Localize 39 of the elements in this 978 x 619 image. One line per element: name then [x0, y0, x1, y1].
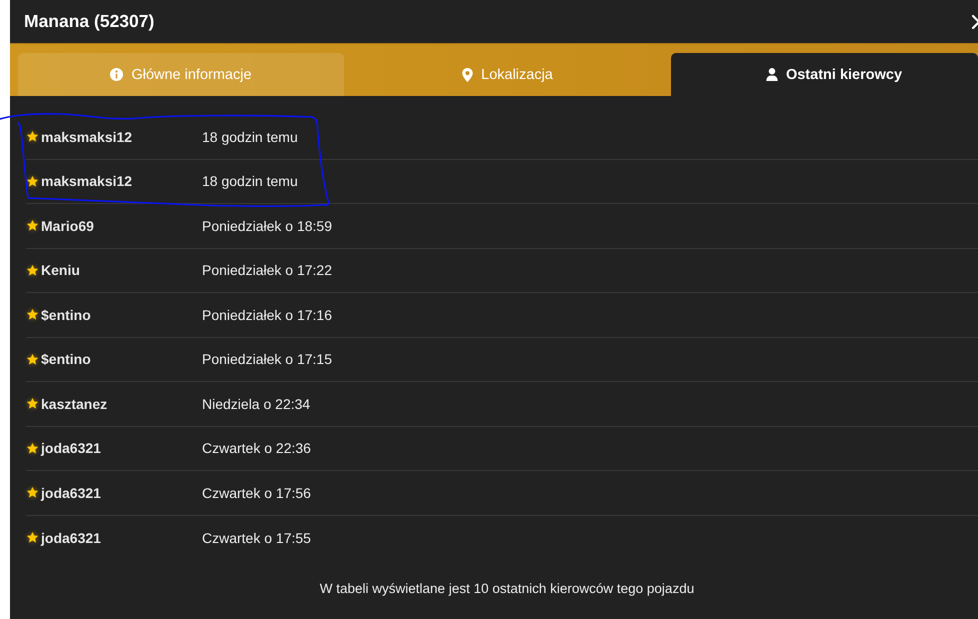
info-icon	[110, 68, 124, 81]
star-icon	[26, 486, 39, 500]
driver-name: joda6321	[41, 484, 101, 501]
star-icon	[26, 219, 39, 232]
user-icon	[766, 68, 778, 81]
last-seen-time: Poniedziałek o 18:59	[202, 218, 333, 234]
star-icon	[26, 397, 39, 410]
star-icon	[26, 442, 39, 455]
last-seen-time: Czwartek o 22:36	[202, 440, 312, 456]
last-seen-time: Poniedziałek o 17:22	[202, 262, 333, 278]
star-icon	[26, 352, 39, 366]
driver-name: $entino	[41, 351, 91, 368]
close-icon[interactable]	[972, 14, 978, 28]
tab[interactable]: Główne informacje	[18, 53, 344, 96]
driver-name: $entino	[41, 306, 91, 323]
footer-note: W tabeli wyświetlane jest 10 ostatnich kierowców tego pojazdu	[320, 581, 694, 596]
star-icon	[26, 308, 39, 322]
last-seen-time: Poniedziałek o 17:15	[202, 351, 333, 368]
star-icon	[26, 130, 39, 144]
driver-name: kasztanez	[41, 396, 108, 412]
driver-name: maksmaksi12	[41, 173, 132, 190]
star-icon	[26, 531, 39, 544]
tab[interactable]: Lokalizacja	[344, 53, 671, 96]
driver-name: Keniu	[41, 262, 80, 278]
last-seen-time: 18 godzin temu	[202, 173, 299, 190]
location-pin-icon	[462, 68, 474, 82]
last-seen-time: Poniedziałek o 17:16	[202, 306, 333, 323]
star-icon	[26, 174, 39, 188]
driver-name: joda6321	[41, 530, 101, 546]
driver-name: maksmaksi12	[41, 128, 132, 145]
tab[interactable]: Ostatni kierowcy	[671, 53, 978, 96]
last-seen-time: Czwartek o 17:55	[202, 530, 312, 546]
last-seen-time: 18 godzin temu	[202, 128, 299, 145]
driver-name: Mario69	[41, 218, 94, 234]
driver-name: joda6321	[41, 440, 101, 456]
dialog-title: Manana (52307)	[24, 11, 154, 32]
last-seen-time: Czwartek o 17:56	[202, 484, 312, 501]
star-icon	[26, 264, 39, 277]
last-seen-time: Niedziela o 22:34	[202, 396, 312, 412]
